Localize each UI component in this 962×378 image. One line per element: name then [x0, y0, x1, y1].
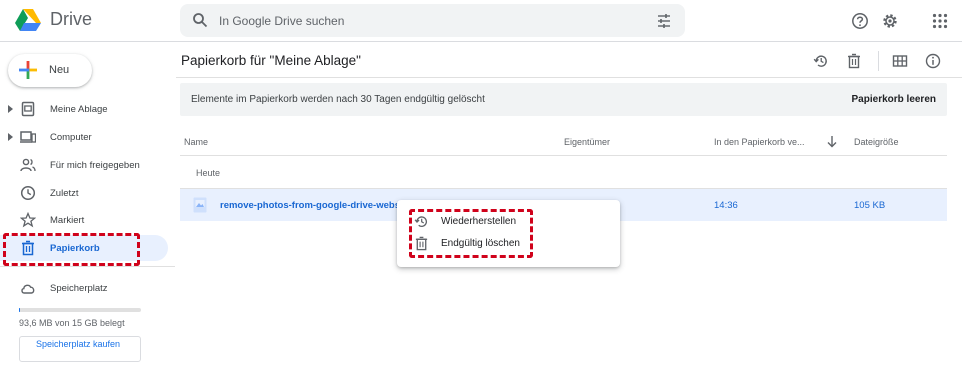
column-header-owner[interactable]: Eigentümer [564, 137, 610, 147]
buy-storage-label: Speicherplatz kaufen [36, 339, 121, 349]
grid-view-icon[interactable] [892, 53, 908, 69]
help-icon[interactable] [851, 12, 869, 30]
my-drive-icon [21, 101, 35, 117]
sidebar-item-label: Zuletzt [50, 188, 79, 199]
sidebar-item-shared[interactable]: Für mich freigegeben [0, 152, 168, 178]
column-header-size[interactable]: Dateigröße [854, 137, 899, 147]
clock-icon [20, 185, 36, 201]
file-size: 105 KB [854, 200, 886, 211]
image-file-icon [193, 197, 207, 213]
file-trashed-date: 14:36 [714, 200, 738, 211]
column-header-trashed-date[interactable]: In den Papierkorb ve... [714, 137, 805, 147]
apps-grid-icon[interactable] [931, 12, 949, 30]
storage-progress-fill [19, 308, 20, 312]
expand-arrow-icon[interactable] [8, 133, 13, 141]
header-divider [180, 155, 947, 156]
page-title: Papierkorb für "Meine Ablage" [181, 53, 361, 68]
highlight-box-menu [409, 209, 533, 258]
app-name: Drive [50, 9, 93, 29]
sidebar-item-recent[interactable]: Zuletzt [0, 180, 168, 206]
column-header-name[interactable]: Name [184, 137, 208, 147]
toolbar-divider-line [176, 77, 962, 78]
settings-icon[interactable] [881, 12, 899, 30]
search-icon[interactable] [192, 12, 208, 28]
sidebar-item-label: Computer [50, 132, 92, 143]
drive-logo[interactable] [14, 8, 42, 32]
storage-usage-text: 93,6 MB von 15 GB belegt [19, 318, 125, 328]
sidebar-item-computer[interactable]: Computer [0, 124, 168, 150]
delete-forever-icon[interactable] [846, 53, 862, 69]
top-bar: Drive In Google Drive suchen [0, 0, 962, 42]
sidebar-item-storage[interactable]: Speicherplatz [0, 275, 168, 301]
banner-message: Elemente im Papierkorb werden nach 30 Ta… [191, 94, 485, 105]
sidebar-item-my-drive[interactable]: Meine Ablage [0, 96, 168, 122]
new-button[interactable]: Neu [8, 54, 92, 87]
tune-icon[interactable] [655, 12, 673, 30]
search-bar[interactable]: In Google Drive suchen [180, 4, 685, 37]
sort-down-arrow-icon[interactable] [826, 135, 838, 148]
group-label-today: Heute [196, 168, 221, 178]
sidebar-item-label: Speicherplatz [50, 283, 108, 294]
sidebar-item-label: Meine Ablage [50, 104, 108, 115]
shared-icon [20, 158, 36, 172]
empty-trash-button[interactable]: Papierkorb leeren [852, 94, 936, 105]
history-icon[interactable] [813, 53, 829, 69]
new-button-label: Neu [49, 64, 70, 76]
toolbar-divider [878, 51, 879, 71]
star-icon [20, 212, 36, 228]
sidebar-divider [0, 266, 175, 267]
sidebar-item-starred[interactable]: Markiert [0, 207, 168, 233]
trash-info-banner: Elemente im Papierkorb werden nach 30 Ta… [180, 83, 947, 116]
search-input[interactable]: In Google Drive suchen [219, 14, 344, 28]
buy-storage-button[interactable]: Speicherplatz kaufen [19, 336, 141, 362]
info-icon[interactable] [925, 53, 941, 69]
sidebar-item-label: Für mich freigegeben [50, 160, 140, 171]
sidebar: Neu Meine Ablage Computer Für mich freig… [0, 42, 175, 378]
plus-icon [19, 61, 37, 79]
highlight-box-trash [3, 233, 140, 266]
sidebar-item-label: Markiert [50, 215, 85, 226]
expand-arrow-icon[interactable] [8, 105, 13, 113]
computer-icon [20, 131, 36, 143]
storage-progress-bar [19, 308, 141, 312]
file-name[interactable]: remove-photos-from-google-drive-website.… [220, 200, 416, 211]
cloud-icon [21, 284, 35, 294]
